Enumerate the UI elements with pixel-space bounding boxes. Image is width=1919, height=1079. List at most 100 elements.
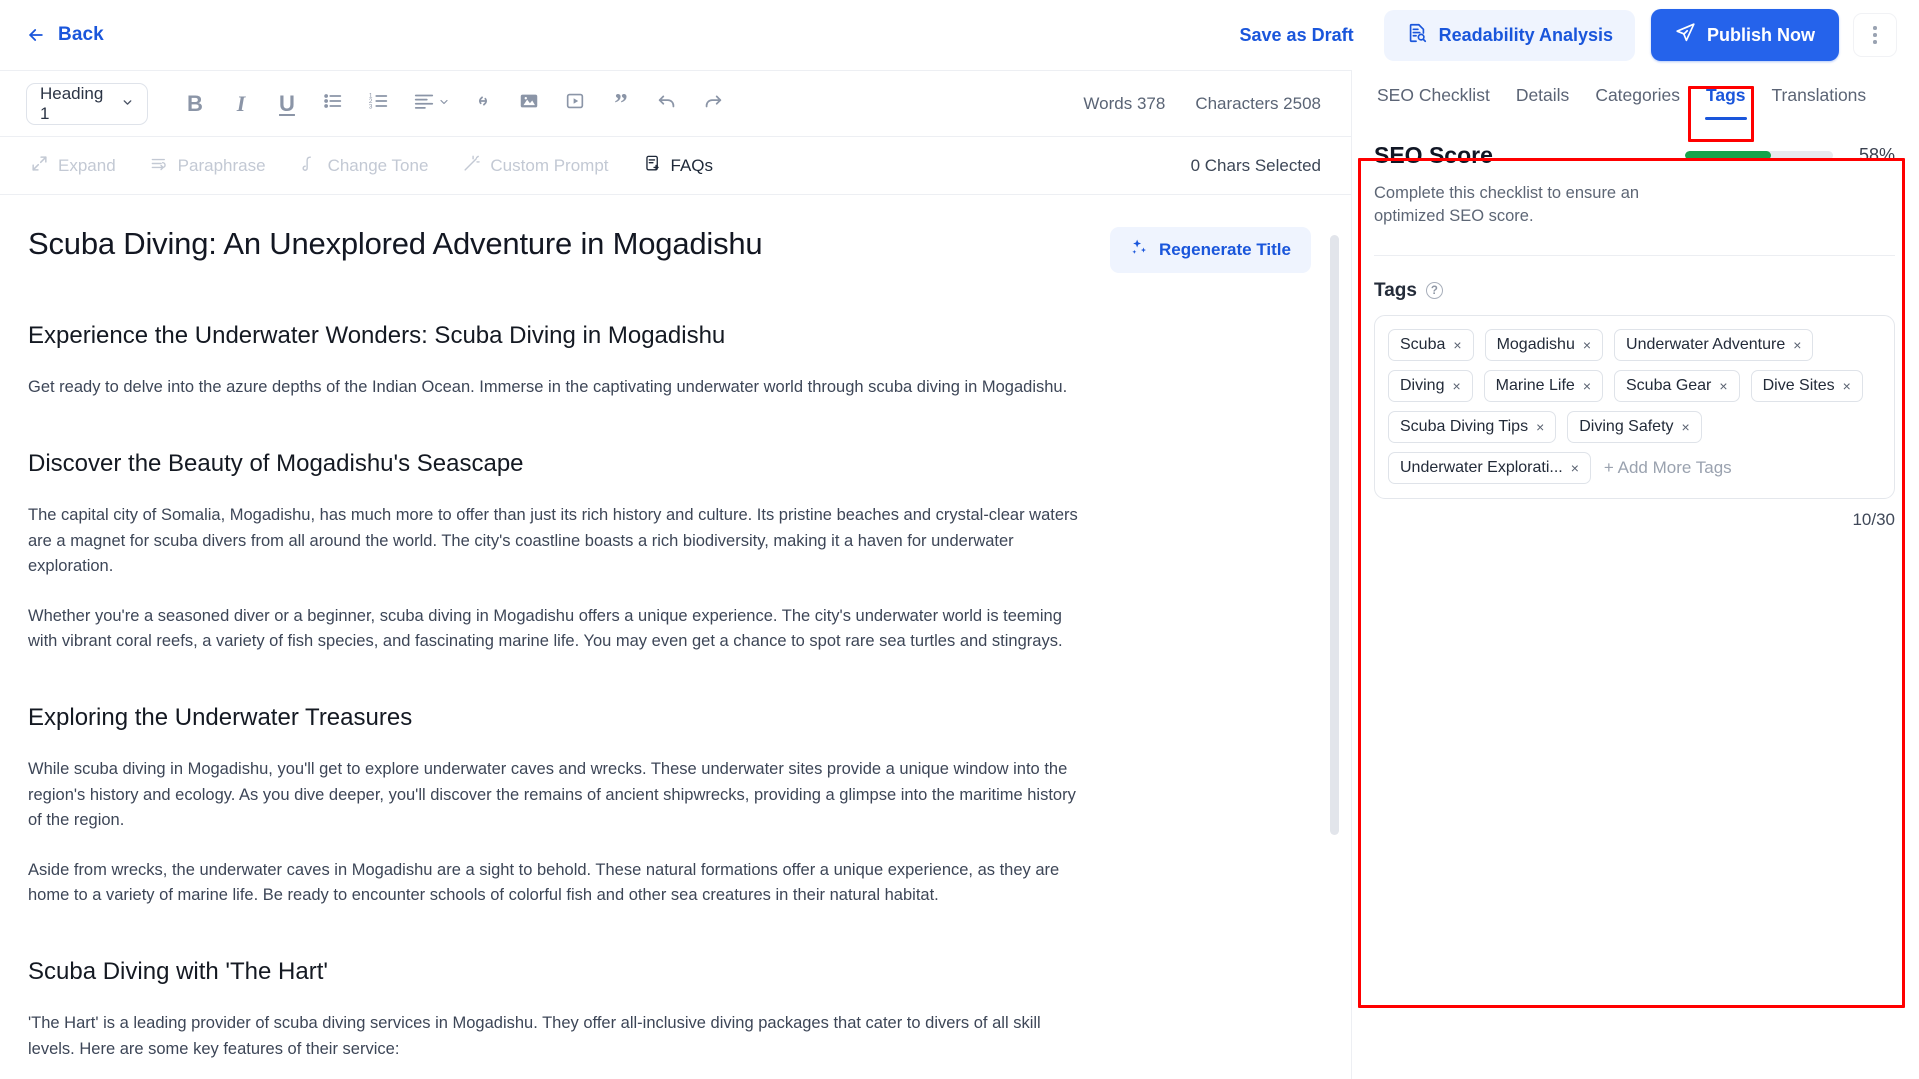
top-bar: Back Save as Draft Readability Analysis … [0, 0, 1919, 70]
tag-label: Diving [1400, 376, 1445, 394]
tag-label: Mogadishu [1496, 335, 1575, 353]
seo-score-percent: 58% [1858, 145, 1895, 165]
numbered-list-button[interactable]: 123 [356, 83, 402, 125]
add-more-tags-button[interactable]: + Add More Tags [1602, 454, 1734, 482]
tab-categories[interactable]: Categories [1582, 70, 1693, 120]
image-icon [518, 90, 540, 117]
save-as-draft-button[interactable]: Save as Draft [1240, 25, 1354, 46]
remove-tag-icon[interactable]: × [1793, 338, 1801, 352]
tag-label: Scuba Gear [1626, 376, 1712, 394]
bold-button[interactable]: B [172, 83, 218, 125]
expand-arrows-icon [30, 154, 49, 178]
doc-paragraph[interactable]: 'The Hart' is a leading provider of scub… [28, 1011, 1088, 1062]
document-scroll-area[interactable]: Scuba Diving: An Unexplored Adventure in… [0, 195, 1351, 1079]
bullet-list-button[interactable] [310, 83, 356, 125]
expand-label: Expand [58, 155, 116, 175]
tag-pill[interactable]: Diving Safety × [1567, 410, 1702, 443]
tags-counter: 10/30 [1852, 509, 1895, 529]
document-content[interactable]: Scuba Diving: An Unexplored Adventure in… [0, 195, 1351, 1079]
readability-analysis-label: Readability Analysis [1438, 24, 1613, 45]
regenerate-title-button[interactable]: Regenerate Title [1110, 227, 1311, 273]
tag-pill[interactable]: Scuba Gear × [1614, 369, 1740, 402]
italic-button[interactable]: I [218, 83, 264, 125]
tag-label: Underwater Adventure [1626, 335, 1786, 353]
publish-now-button[interactable]: Publish Now [1651, 9, 1839, 61]
paraphrase-icon [150, 154, 169, 178]
tags-input-box[interactable]: Scuba × Mogadishu × Underwater Adventure × Div… [1374, 314, 1895, 499]
tag-pill[interactable]: Mogadishu × [1484, 328, 1604, 361]
tag-pill[interactable]: Dive Sites × [1750, 369, 1863, 402]
insert-link-button[interactable] [460, 83, 506, 125]
redo-icon [702, 90, 724, 117]
remove-tag-icon[interactable]: × [1583, 338, 1591, 352]
underline-button[interactable]: U [264, 83, 310, 125]
redo-button[interactable] [690, 83, 736, 125]
undo-button[interactable] [644, 83, 690, 125]
paraphrase-label: Paraphrase [177, 155, 266, 175]
doc-heading[interactable]: Exploring the Underwater Treasures [28, 702, 1311, 733]
change-tone-label: Change Tone [327, 155, 429, 175]
remove-tag-icon[interactable]: × [1682, 420, 1690, 434]
chars-selected-status: 0 Chars Selected [1190, 155, 1321, 175]
more-vertical-icon-dot [1873, 33, 1877, 37]
remove-tag-icon[interactable]: × [1452, 379, 1460, 393]
doc-heading[interactable]: Experience the Underwater Wonders: Scuba… [28, 320, 1311, 351]
chevron-down-icon [121, 94, 134, 114]
tag-pill[interactable]: Underwater Explorati... × [1388, 451, 1591, 484]
back-button[interactable]: Back [26, 24, 104, 46]
tag-pill[interactable]: Underwater Adventure × [1614, 328, 1814, 361]
sparkle-magic-icon [1130, 238, 1149, 262]
insert-image-button[interactable] [506, 83, 552, 125]
panel-divider [1374, 254, 1895, 256]
tag-pill[interactable]: Scuba × [1388, 328, 1474, 361]
doc-paragraph[interactable]: Get ready to delve into the azure depths… [28, 375, 1088, 401]
heading-style-select[interactable]: Heading 1 [26, 82, 148, 125]
remove-tag-icon[interactable]: × [1571, 461, 1579, 475]
question-circle-icon[interactable]: ? [1425, 282, 1443, 300]
word-count: Words 378 [1083, 93, 1166, 113]
paraphrase-button[interactable]: Paraphrase [150, 154, 266, 178]
right-sidebar: SEO Checklist Details Categories Tags Tr… [1351, 70, 1919, 1079]
doc-heading[interactable]: Scuba Diving with 'The Hart' [28, 956, 1311, 987]
tag-pill[interactable]: Marine Life × [1483, 369, 1603, 402]
change-tone-button[interactable]: Change Tone [300, 154, 429, 178]
tab-tags[interactable]: Tags [1693, 70, 1759, 120]
expand-button[interactable]: Expand [30, 154, 116, 178]
remove-tag-icon[interactable]: × [1719, 379, 1727, 393]
doc-paragraph[interactable]: Whether you're a seasoned diver or a beg… [28, 604, 1088, 655]
custom-prompt-label: Custom Prompt [490, 155, 609, 175]
custom-prompt-button[interactable]: Custom Prompt [462, 154, 609, 178]
text-align-button[interactable] [402, 83, 460, 125]
tab-details[interactable]: Details [1503, 70, 1583, 120]
blockquote-button[interactable]: ” [598, 83, 644, 125]
doc-heading[interactable]: Discover the Beauty of Mogadishu's Seasc… [28, 448, 1311, 479]
doc-paragraph[interactable]: The capital city of Somalia, Mogadishu, … [28, 503, 1088, 580]
tag-label: Diving Safety [1579, 417, 1674, 435]
page-title[interactable]: Scuba Diving: An Unexplored Adventure in… [28, 225, 763, 264]
remove-tag-icon[interactable]: × [1536, 420, 1544, 434]
tag-label: Scuba [1400, 335, 1446, 353]
tag-pill[interactable]: Diving × [1388, 369, 1473, 402]
doc-paragraph[interactable]: While scuba diving in Mogadishu, you'll … [28, 757, 1088, 834]
remove-tag-icon[interactable]: × [1453, 338, 1461, 352]
undo-icon [656, 90, 678, 117]
regenerate-title-label: Regenerate Title [1159, 240, 1291, 259]
align-left-icon [413, 90, 435, 117]
faq-add-icon [643, 154, 662, 178]
doc-paragraph[interactable]: Aside from wrecks, the underwater caves … [28, 858, 1088, 909]
document-scrollbar[interactable] [1330, 235, 1339, 835]
tab-translations[interactable]: Translations [1759, 70, 1880, 120]
seo-score-description: Complete this checklist to ensure an opt… [1374, 184, 1640, 226]
readability-analysis-button[interactable]: Readability Analysis [1383, 9, 1635, 61]
seo-score-title: SEO Score [1374, 142, 1493, 168]
more-options-button[interactable] [1853, 13, 1897, 57]
tab-seo-checklist[interactable]: SEO Checklist [1364, 70, 1503, 120]
bullet-list-icon [322, 90, 344, 117]
heading-style-value: Heading 1 [40, 83, 104, 123]
insert-video-button[interactable] [552, 83, 598, 125]
remove-tag-icon[interactable]: × [1843, 379, 1851, 393]
italic-icon: I [236, 90, 246, 116]
remove-tag-icon[interactable]: × [1583, 379, 1591, 393]
faqs-button[interactable]: FAQs [643, 154, 713, 178]
tag-pill[interactable]: Scuba Diving Tips × [1388, 410, 1557, 443]
